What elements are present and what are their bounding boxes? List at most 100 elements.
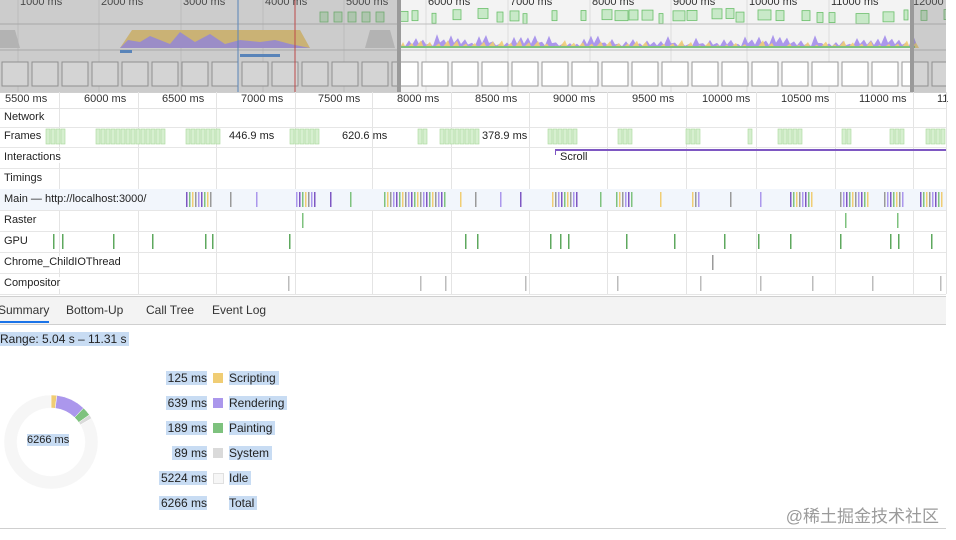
frame-bar xyxy=(552,128,558,145)
legend-name: Idle xyxy=(229,471,252,485)
task-bar xyxy=(564,192,566,207)
gpu-track[interactable]: GPU xyxy=(0,231,946,253)
raster-track[interactable]: Raster xyxy=(0,210,946,232)
frame-bar xyxy=(289,128,295,145)
frame-bar xyxy=(210,128,216,145)
frame-bar xyxy=(894,128,900,145)
pie-total-label: 6266 ms xyxy=(27,434,70,446)
fps-block xyxy=(855,13,870,24)
task-bar xyxy=(573,192,575,207)
fps-block xyxy=(672,10,686,22)
interactions-track[interactable]: Interactions Scroll xyxy=(0,147,946,169)
frame-bar xyxy=(110,128,116,145)
task-bar xyxy=(887,192,889,207)
frame-bar xyxy=(940,128,946,145)
task-bar xyxy=(926,192,928,207)
fps-block xyxy=(686,10,698,21)
task-bar xyxy=(929,192,931,207)
task-bar xyxy=(308,192,310,207)
frame-bar xyxy=(930,128,936,145)
timeline-overview[interactable]: 1000 ms 2000 ms 3000 ms 4000 ms 5000 ms 6000 … xyxy=(0,0,946,93)
task-bar xyxy=(626,234,628,249)
overview-tick-label: 8000 ms xyxy=(592,0,635,8)
screenshot-thumbnail xyxy=(511,61,539,87)
ruler-tick-label: 9000 ms xyxy=(553,93,596,105)
task-bar xyxy=(861,192,863,207)
fps-block xyxy=(711,8,723,20)
task-bar xyxy=(808,192,810,207)
fps-block xyxy=(828,12,836,23)
task-bar xyxy=(53,234,55,249)
frame-bar xyxy=(150,128,156,145)
frame-bar xyxy=(299,128,305,145)
frame-bar xyxy=(846,128,852,145)
frame-bar xyxy=(205,128,211,145)
screenshot-thumbnail xyxy=(751,61,779,87)
frame-bar xyxy=(747,128,753,145)
task-bar xyxy=(393,192,395,207)
screenshot-thumbnail xyxy=(811,61,839,87)
task-bar xyxy=(897,213,899,228)
overview-tick-label: 9000 ms xyxy=(673,0,716,8)
fps-block xyxy=(551,10,558,22)
fps-block xyxy=(580,10,587,21)
task-bar xyxy=(920,192,922,207)
task-bar xyxy=(932,192,934,207)
task-bar xyxy=(674,234,676,249)
task-bar xyxy=(207,192,209,207)
task-bar xyxy=(805,192,807,207)
tab-summary[interactable]: Summary xyxy=(0,303,50,323)
task-bar xyxy=(568,234,570,249)
frame-bar xyxy=(309,128,315,145)
frame-bar xyxy=(190,128,196,145)
tab-bottom-up[interactable]: Bottom-Up xyxy=(66,303,123,317)
tab-call-tree[interactable]: Call Tree xyxy=(146,303,194,317)
screenshot-thumbnail xyxy=(601,61,629,87)
fps-block xyxy=(411,10,419,22)
task-bar xyxy=(802,192,804,207)
task-bar xyxy=(858,192,860,207)
task-bar xyxy=(396,192,398,207)
network-track-label: Network xyxy=(4,111,47,123)
tab-event-log[interactable]: Event Log xyxy=(212,303,266,317)
task-bar xyxy=(843,192,845,207)
ruler-tick-label: 8500 ms xyxy=(475,93,518,105)
overview-selection-handle-left[interactable] xyxy=(397,0,401,92)
frame-bar xyxy=(459,128,465,145)
task-bar xyxy=(189,192,191,207)
main-thread-track[interactable]: Main — http://localhost:3000/ xyxy=(0,189,946,211)
task-bar xyxy=(429,192,431,207)
timings-track[interactable]: Timings xyxy=(0,168,946,190)
frame-bar xyxy=(617,128,623,145)
child-io-thread-track[interactable]: Chrome_ChildIOThread xyxy=(0,252,946,274)
task-bar xyxy=(311,192,313,207)
frame-bar xyxy=(449,128,455,145)
task-bar xyxy=(864,192,866,207)
scroll-interaction-start xyxy=(555,149,556,155)
frame-bar xyxy=(185,128,191,145)
legend-name: Painting xyxy=(229,421,276,435)
frame-bar xyxy=(314,128,320,145)
task-bar xyxy=(192,192,194,207)
frame-duration-label: 620.6 ms xyxy=(342,130,388,142)
task-bar xyxy=(399,192,401,207)
task-bar xyxy=(475,192,477,207)
task-bar xyxy=(205,234,207,249)
frame-bar xyxy=(572,128,578,145)
task-bar xyxy=(62,234,64,249)
task-bar xyxy=(567,192,569,207)
task-bar xyxy=(350,192,352,207)
frame-bar xyxy=(200,128,206,145)
overview-selection-handle-right[interactable] xyxy=(910,0,914,92)
frame-bar xyxy=(135,128,141,145)
painting-swatch xyxy=(213,423,223,433)
fps-block xyxy=(614,10,629,22)
frames-track[interactable]: Frames 446.9 ms 620.6 ms 378.9 ms xyxy=(0,127,946,148)
network-track[interactable]: Network xyxy=(0,109,946,128)
compositor-track[interactable]: Compositor xyxy=(0,273,946,295)
legend-row-scripting: 125 ms Scripting xyxy=(150,371,290,387)
scroll-interaction-bar[interactable] xyxy=(555,149,946,151)
task-bar xyxy=(387,192,389,207)
frame-bar xyxy=(125,128,131,145)
task-bar xyxy=(812,276,814,291)
